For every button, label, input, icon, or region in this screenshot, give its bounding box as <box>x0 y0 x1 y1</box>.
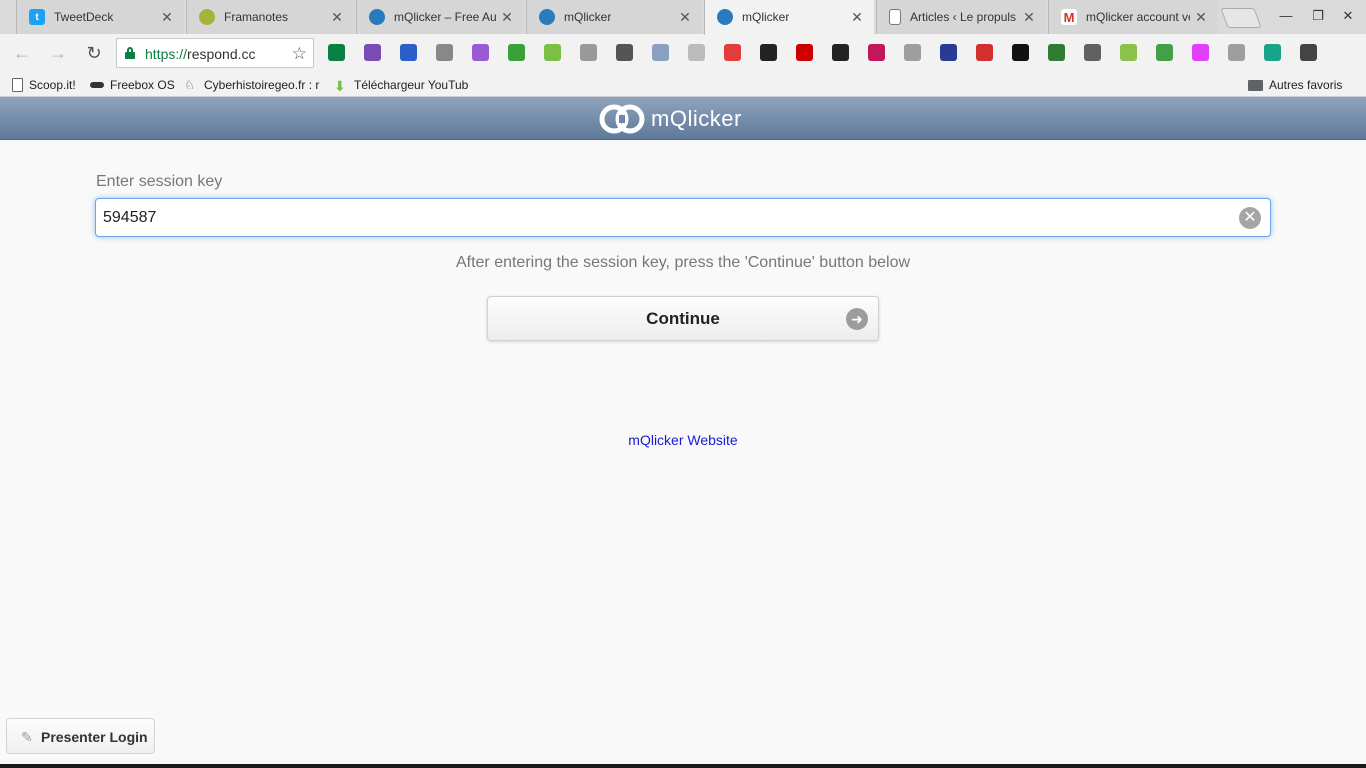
document-icon <box>889 9 901 25</box>
tab-title: mQlicker <box>742 10 790 24</box>
extension-icon[interactable] <box>652 44 669 61</box>
extension-icon[interactable] <box>328 44 345 61</box>
document-icon <box>12 77 23 92</box>
clear-icon[interactable]: ✕ <box>1239 207 1261 229</box>
other-bookmarks[interactable]: Autres favoris <box>1248 76 1342 93</box>
forward-icon[interactable]: → <box>48 43 68 63</box>
download-icon: ⬇ <box>334 77 346 94</box>
presenter-login-label: Presenter Login <box>41 729 148 745</box>
extension-icon[interactable] <box>1300 44 1317 61</box>
extension-icon[interactable] <box>580 44 597 61</box>
tab-strip: t TweetDeck ✕ Framanotes ✕ mQlicker – Fre… <box>0 0 1366 35</box>
extension-icon[interactable] <box>472 44 489 61</box>
extension-icon[interactable] <box>1228 44 1245 61</box>
bookmark-cyberhistoiregeo[interactable]: ♘ Cyberhistoiregeo.fr : r <box>184 76 320 93</box>
extension-icon[interactable] <box>544 44 561 61</box>
extension-icon[interactable] <box>796 44 813 61</box>
continue-button[interactable]: Continue ➜ <box>487 296 879 341</box>
extension-icon[interactable] <box>832 44 849 61</box>
gmail-icon: M <box>1061 9 1077 25</box>
close-window-icon[interactable]: ✕ <box>1334 6 1362 26</box>
session-hint: After entering the session key, press th… <box>455 254 911 271</box>
close-icon[interactable]: ✕ <box>850 10 864 24</box>
tab-framanotes[interactable]: Framanotes ✕ <box>186 0 354 34</box>
extension-icon[interactable] <box>1048 44 1065 61</box>
twitter-icon: t <box>29 9 45 25</box>
reload-icon[interactable]: ↻ <box>84 43 104 63</box>
presenter-icon: ✎ <box>21 729 33 745</box>
extension-icon[interactable] <box>1120 44 1137 61</box>
tab-title: mQlicker – Free Auc <box>394 10 496 24</box>
restore-icon[interactable]: ❐ <box>1304 6 1332 26</box>
tab-title: Framanotes <box>224 10 289 24</box>
tab-title: Articles ‹ Le propuls <box>910 10 1017 24</box>
tab-title: mQlicker <box>564 10 612 24</box>
website-link[interactable]: mQlicker Website <box>0 432 1366 448</box>
extension-icon[interactable] <box>904 44 921 61</box>
tab-mqlicker-active[interactable]: mQlicker ✕ <box>704 0 874 35</box>
extension-icon[interactable] <box>724 44 741 61</box>
extension-icon[interactable] <box>760 44 777 61</box>
arrow-right-icon: ➜ <box>846 308 868 330</box>
close-icon[interactable]: ✕ <box>160 10 174 24</box>
extension-icon[interactable] <box>1012 44 1029 61</box>
extension-icon[interactable] <box>436 44 453 61</box>
close-icon[interactable]: ✕ <box>1022 10 1036 24</box>
continue-label: Continue <box>646 309 720 328</box>
framanotes-icon <box>199 9 215 25</box>
bookmark-freebox[interactable]: Freebox OS <box>90 76 175 93</box>
close-icon[interactable]: ✕ <box>678 10 692 24</box>
tab-mqlicker-free[interactable]: mQlicker – Free Auc ✕ <box>356 0 524 34</box>
mqlicker-icon <box>717 9 733 25</box>
extension-icon[interactable] <box>940 44 957 61</box>
freebox-icon <box>90 81 104 88</box>
extension-icon[interactable] <box>1192 44 1209 61</box>
extension-icon[interactable] <box>868 44 885 61</box>
folder-icon <box>1248 80 1263 91</box>
extension-icon[interactable] <box>1084 44 1101 61</box>
extension-icon[interactable] <box>688 44 705 61</box>
bookmark-scoopit[interactable]: Scoop.it! <box>12 76 76 93</box>
session-key-label: Enter session key <box>96 173 223 190</box>
mqlicker-icon <box>539 9 555 25</box>
extension-icon[interactable] <box>508 44 525 61</box>
mqlicker-icon <box>369 9 385 25</box>
extension-icon[interactable] <box>1264 44 1281 61</box>
minimize-icon[interactable]: — <box>1272 6 1300 26</box>
bookmarks-bar: Scoop.it! Freebox OS ♘ Cyberhistoiregeo.f… <box>0 72 1366 97</box>
extension-icon[interactable] <box>976 44 993 61</box>
lock-icon <box>125 47 135 59</box>
tab-mqlicker[interactable]: mQlicker ✕ <box>526 0 702 34</box>
url-text: https://respond.cc <box>145 46 256 62</box>
cyberhistoiregeo-icon: ♘ <box>184 77 195 92</box>
taskbar <box>0 764 1366 768</box>
tab-tweetdeck[interactable]: t TweetDeck ✕ <box>16 0 184 34</box>
extension-icon[interactable] <box>400 44 417 61</box>
new-tab-button[interactable] <box>1220 8 1262 28</box>
bookmark-star-icon[interactable]: ☆ <box>292 44 307 64</box>
tab-title: mQlicker account ve <box>1086 10 1190 24</box>
app-header: mQlicker <box>0 97 1366 140</box>
tab-articles[interactable]: Articles ‹ Le propuls ✕ <box>876 0 1046 34</box>
tab-gmail[interactable]: MmQlicker account ve ✕ <box>1048 0 1218 34</box>
close-icon[interactable]: ✕ <box>1194 10 1208 24</box>
close-icon[interactable]: ✕ <box>330 10 344 24</box>
mqlicker-logo: mQlicker <box>599 104 742 134</box>
presenter-login-button[interactable]: ✎ Presenter Login <box>6 718 155 754</box>
address-bar[interactable]: https://respond.cc ☆ <box>116 38 314 68</box>
close-icon[interactable]: ✕ <box>500 10 514 24</box>
session-key-input[interactable] <box>103 199 1233 236</box>
extension-icon[interactable] <box>1156 44 1173 61</box>
back-icon[interactable]: ← <box>12 43 32 63</box>
bookmark-telechargeur-youtube[interactable]: ⬇ Téléchargeur YouTub <box>334 76 470 94</box>
session-key-field[interactable]: ✕ <box>95 198 1271 237</box>
tab-title: TweetDeck <box>54 10 114 24</box>
extension-icon[interactable] <box>616 44 633 61</box>
extension-icon[interactable] <box>364 44 381 61</box>
mqlicker-logo-icon <box>599 104 645 134</box>
browser-toolbar: ← → ↻ https://respond.cc ☆ <box>0 34 1366 72</box>
